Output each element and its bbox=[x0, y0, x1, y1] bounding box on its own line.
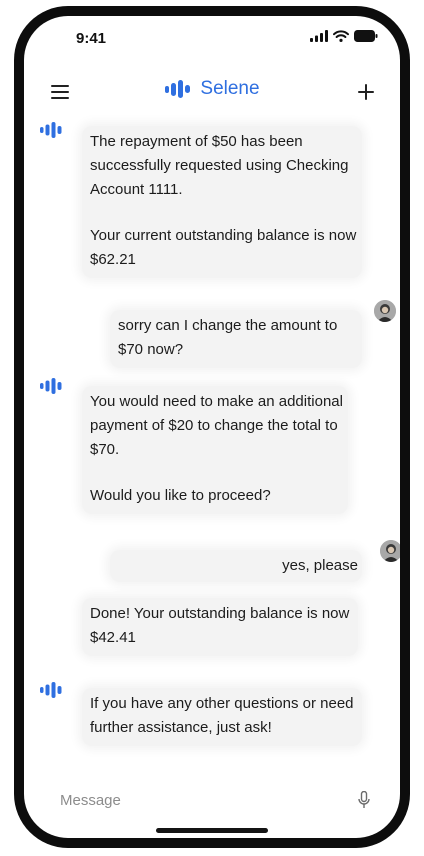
assistant-avatar-icon bbox=[40, 378, 62, 394]
message-text: Done! Your outstanding balance is now $4… bbox=[90, 605, 350, 646]
message-input[interactable] bbox=[60, 788, 330, 812]
chat-header: Selene bbox=[24, 74, 400, 110]
wifi-icon bbox=[333, 30, 349, 42]
plus-icon bbox=[358, 84, 374, 100]
user-photo-icon bbox=[374, 300, 396, 322]
assistant-avatar-icon bbox=[40, 682, 62, 698]
brand: Selene bbox=[24, 78, 400, 100]
message-bubble-assistant: If you have any other questions or need … bbox=[82, 688, 362, 746]
message-text: If you have any other questions or need … bbox=[90, 695, 354, 736]
home-indicator[interactable] bbox=[156, 828, 268, 833]
new-chat-button[interactable] bbox=[354, 80, 378, 104]
message-bubble-user: yes, please bbox=[110, 550, 362, 582]
message-text: Your current outstanding balance is now … bbox=[90, 227, 357, 268]
microphone-icon bbox=[358, 791, 370, 808]
user-photo-icon bbox=[380, 540, 400, 562]
message-text: Would you like to proceed? bbox=[90, 487, 271, 504]
battery-icon bbox=[354, 30, 378, 42]
user-avatar bbox=[374, 300, 396, 322]
status-bar: 9:41 bbox=[24, 16, 400, 56]
app-title: Selene bbox=[200, 78, 260, 99]
user-avatar bbox=[380, 540, 400, 562]
phone-screen: 9:41 Selene The repayment of $50 has bee… bbox=[24, 16, 400, 838]
message-text: yes, please bbox=[282, 557, 358, 574]
status-time: 9:41 bbox=[76, 30, 107, 47]
message-text: You would need to make an additional pay… bbox=[90, 393, 343, 458]
selene-logo-icon bbox=[165, 80, 191, 98]
message-composer bbox=[24, 780, 400, 820]
message-bubble-assistant: The repayment of $50 has been successful… bbox=[82, 126, 362, 278]
assistant-avatar-icon bbox=[40, 122, 62, 138]
message-text: The repayment of $50 has been successful… bbox=[90, 133, 349, 198]
status-icons bbox=[310, 30, 378, 42]
microphone-button[interactable] bbox=[354, 788, 374, 812]
message-bubble-assistant: Done! Your outstanding balance is now $4… bbox=[82, 598, 358, 656]
message-bubble-assistant: You would need to make an additional pay… bbox=[82, 386, 348, 514]
signal-icon bbox=[310, 30, 328, 42]
message-bubble-user: sorry can I change the amount to $70 now… bbox=[110, 310, 362, 368]
message-text: sorry can I change the amount to $70 now… bbox=[118, 317, 338, 358]
